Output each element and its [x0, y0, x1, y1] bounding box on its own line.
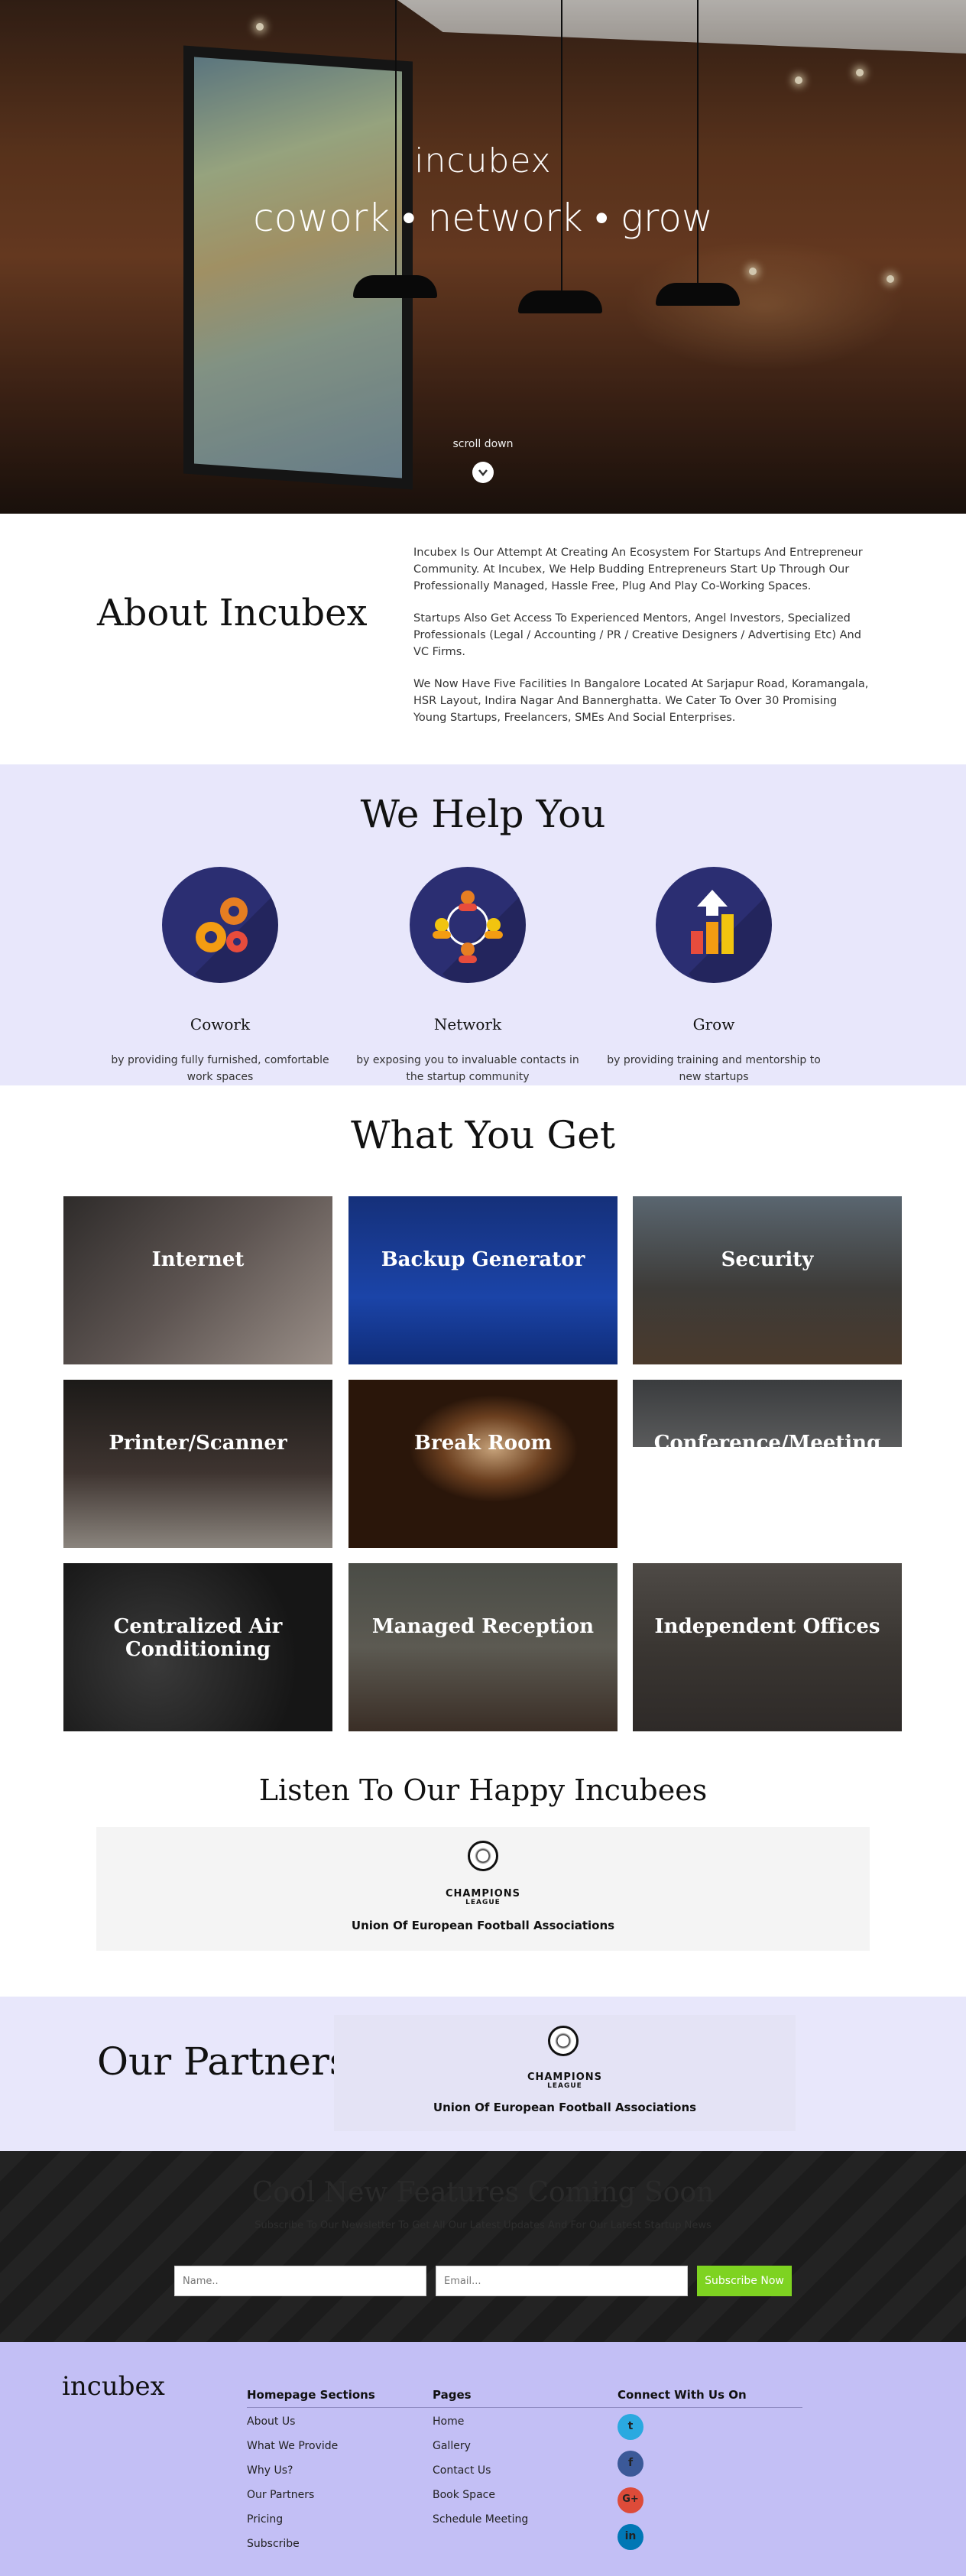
- help-item-network: Network by exposing you to invaluable co…: [345, 867, 590, 1085]
- footer-link-gallery[interactable]: Gallery: [433, 2434, 528, 2458]
- testimonial-name: Union Of European Football Associations: [351, 1919, 615, 1932]
- help-item-title: Cowork: [190, 1015, 251, 1033]
- partner-card[interactable]: CHAMPIONS LEAGUE Union Of European Footb…: [334, 2015, 796, 2131]
- partners-heading: Our Partners: [97, 2039, 349, 2084]
- partner-name: Union Of European Football Associations: [433, 2101, 697, 2114]
- feature-tile-printer-scanner[interactable]: Printer/Scanner: [63, 1380, 332, 1548]
- partners-section: Our Partners CHAMPIONS LEAGUE Union Of E…: [0, 1997, 966, 2151]
- feature-tile-air-conditioning[interactable]: Centralized Air Conditioning: [63, 1563, 332, 1731]
- feature-tile-internet[interactable]: Internet: [63, 1196, 332, 1364]
- testimonials-section: Listen To Our Happy Incubees CHAMPIONS L…: [0, 1773, 966, 1997]
- feature-tile-label: Managed Reception: [371, 1615, 595, 1638]
- about-paragraph: We Now Have Five Facilities In Bangalore…: [413, 678, 869, 724]
- footer-link-subscribe[interactable]: Subscribe: [247, 2532, 375, 2556]
- help-item-title: Grow: [692, 1015, 735, 1033]
- footer-column-heading: Connect With Us On: [618, 2388, 747, 2402]
- about-paragraph: Incubex Is Our Attempt At Creating An Ec…: [413, 547, 863, 592]
- linkedin-icon[interactable]: in: [618, 2524, 643, 2550]
- feature-tile-backup-generator[interactable]: Backup Generator: [348, 1196, 618, 1364]
- hero-section: incubex cowork • network • grow scroll d…: [0, 0, 966, 514]
- champions-league-logo: [468, 1841, 498, 1871]
- testimonials-heading: Listen To Our Happy Incubees: [258, 1773, 708, 1807]
- footer-link-schedule-meeting[interactable]: Schedule Meeting: [433, 2507, 528, 2532]
- feature-tile-label: Security: [721, 1248, 814, 1271]
- feature-tile-managed-reception[interactable]: Managed Reception: [348, 1563, 618, 1731]
- footer-link-what-we-provide[interactable]: What We Provide: [247, 2434, 375, 2458]
- footer: incubex Homepage Sections About Us What …: [0, 2342, 966, 2576]
- footer-link-book-space[interactable]: Book Space: [433, 2483, 528, 2507]
- twitter-icon[interactable]: t: [618, 2414, 643, 2440]
- facebook-icon[interactable]: f: [618, 2451, 643, 2477]
- footer-link-contact-us[interactable]: Contact Us: [433, 2458, 528, 2483]
- feature-tile-break-room[interactable]: Break Room: [348, 1380, 618, 1548]
- feature-tile-label: Backup Generator: [381, 1248, 585, 1271]
- name-input[interactable]: [174, 2266, 426, 2296]
- footer-link-why-us[interactable]: Why Us?: [247, 2458, 375, 2483]
- footer-link-about-us[interactable]: About Us: [247, 2409, 375, 2434]
- email-input[interactable]: [436, 2266, 688, 2296]
- subscribe-section: Cool New Features Coming Soon Subscribe …: [0, 2151, 966, 2342]
- feature-tile-label: Internet: [151, 1248, 245, 1271]
- footer-brand: incubex: [62, 2371, 165, 2402]
- help-section: We Help You Cowork by providing fully fu…: [0, 764, 966, 1085]
- about-paragraph: Startups Also Get Access To Experienced …: [413, 612, 861, 658]
- logo-text: CHAMPIONS: [445, 1888, 521, 1900]
- hero-tagline: cowork • network • grow: [253, 196, 713, 240]
- features-section: What You Get Internet Backup Generator S…: [0, 1085, 966, 1773]
- footer-connect: Connect With Us On t f G+ in: [618, 2388, 747, 2561]
- help-item-desc: by providing fully furnished, comfortabl…: [111, 1054, 329, 1083]
- champions-league-logo: [548, 2026, 579, 2056]
- feature-tile-security[interactable]: Security: [633, 1196, 902, 1364]
- feature-tile-label: Break Room: [414, 1432, 552, 1455]
- help-item-desc: by exposing you to invaluable contacts i…: [356, 1054, 579, 1083]
- feature-tile-label: Conference/Meeting Rooms: [653, 1432, 881, 1478]
- google-plus-icon[interactable]: G+: [618, 2487, 643, 2513]
- footer-link-our-partners[interactable]: Our Partners: [247, 2483, 375, 2507]
- logo-subtext: LEAGUE: [547, 2082, 582, 2090]
- footer-homepage-sections: Homepage Sections About Us What We Provi…: [247, 2388, 375, 2556]
- subscribe-heading: Cool New Features Coming Soon: [251, 2177, 715, 2208]
- subscribe-subtext: Subscribe To Our Newsletter To Get All O…: [254, 2220, 712, 2231]
- chevron-down-icon: [478, 469, 488, 476]
- footer-link-home[interactable]: Home: [433, 2409, 528, 2434]
- help-item-desc: by providing training and mentorship to …: [607, 1054, 821, 1083]
- help-item-grow: Grow by providing training and mentorshi…: [592, 867, 836, 1085]
- help-item-cowork: Cowork by providing fully furnished, com…: [98, 867, 342, 1085]
- feature-tile-label: Centralized Air Conditioning: [113, 1615, 283, 1661]
- feature-tile-label: Independent Offices: [654, 1615, 880, 1638]
- feature-tile-conference-rooms[interactable]: Conference/Meeting Rooms: [633, 1380, 902, 1548]
- logo-subtext: LEAGUE: [465, 1899, 501, 1906]
- logo-text: CHAMPIONS: [527, 2072, 603, 2083]
- scroll-down-label: scroll down: [452, 438, 514, 450]
- testimonial-card[interactable]: CHAMPIONS LEAGUE Union Of European Footb…: [96, 1827, 870, 1951]
- growth-chart-icon: [656, 867, 772, 983]
- hero-title: incubex: [414, 141, 552, 180]
- footer-pages: Pages Home Gallery Contact Us Book Space…: [433, 2388, 528, 2532]
- gears-icon: [162, 867, 278, 983]
- about-heading: About Incubex: [97, 592, 368, 634]
- help-item-title: Network: [433, 1015, 502, 1033]
- features-heading: What You Get: [351, 1113, 615, 1157]
- feature-tile-label: Printer/Scanner: [109, 1432, 287, 1455]
- feature-tile-independent-offices[interactable]: Independent Offices: [633, 1563, 902, 1731]
- scroll-down-button[interactable]: [472, 462, 494, 483]
- network-people-icon: [410, 867, 526, 983]
- about-section: About Incubex Incubex Is Our Attempt At …: [0, 514, 966, 764]
- about-text: Incubex Is Our Attempt At Creating An Ec…: [413, 544, 872, 741]
- footer-column-heading: Pages: [433, 2388, 472, 2402]
- help-heading: We Help You: [360, 792, 606, 836]
- footer-link-pricing[interactable]: Pricing: [247, 2507, 375, 2532]
- subscribe-button[interactable]: Subscribe Now: [697, 2266, 792, 2296]
- hero-overlay: [0, 0, 966, 514]
- footer-column-heading: Homepage Sections: [247, 2388, 375, 2402]
